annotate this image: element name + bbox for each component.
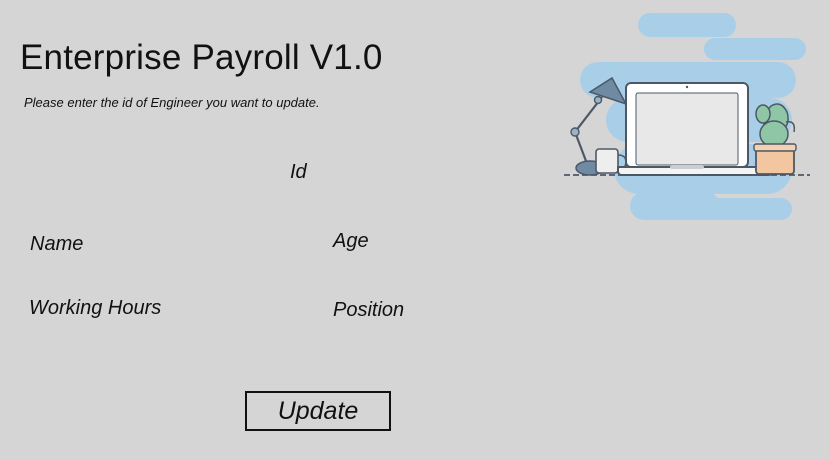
position-label: Position — [333, 299, 405, 321]
working-hours-label: Working Hours — [29, 297, 162, 319]
id-label: Id — [290, 161, 307, 183]
laptop-icon — [617, 82, 773, 176]
workspace-laptop-illustration — [560, 10, 820, 225]
name-label: Name — [30, 233, 84, 255]
app-title: Enterprise Payroll V1.0 — [20, 38, 383, 77]
instruction-text: Please enter the id of Engineer you want… — [24, 95, 320, 110]
update-button[interactable]: Update — [245, 391, 391, 431]
age-label: Age — [333, 230, 369, 252]
